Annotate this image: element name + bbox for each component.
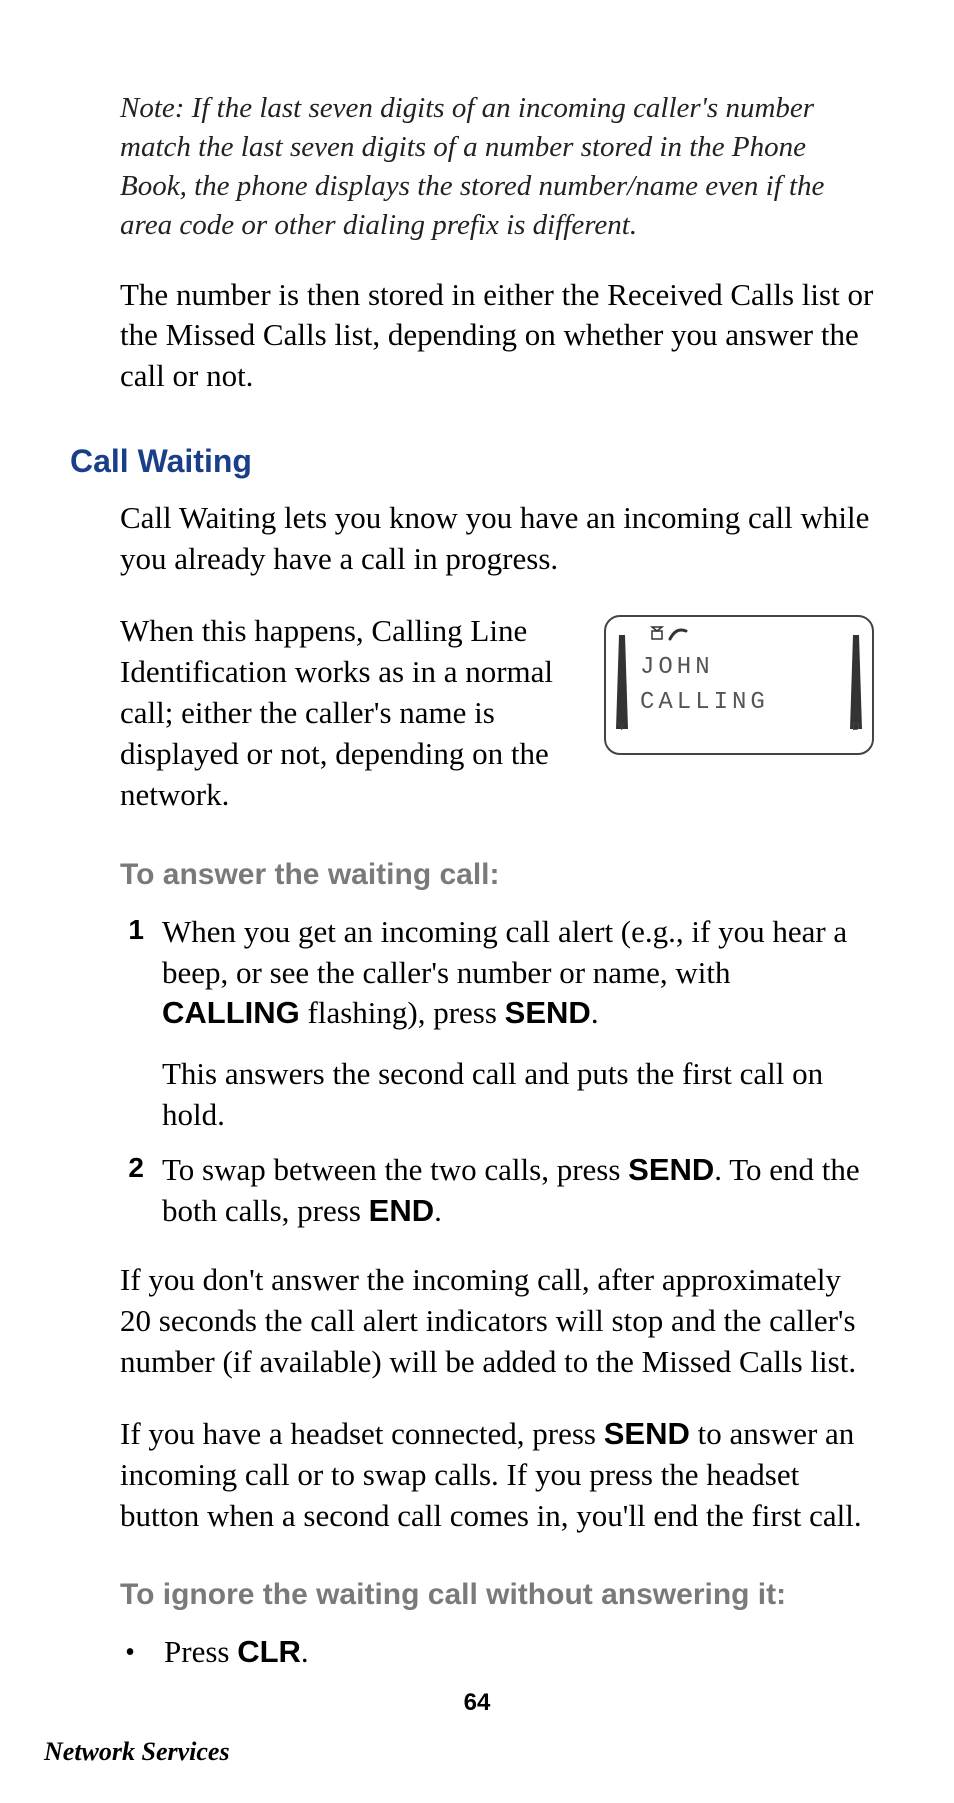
bullet-icon: •	[120, 1632, 140, 1673]
signal-bar-left-icon: Y	[616, 635, 628, 729]
list-text: Press CLR.	[164, 1632, 309, 1673]
sub-heading-ignore: To ignore the waiting call without answe…	[120, 1578, 884, 1612]
paragraph: The number is then stored in either the …	[120, 275, 874, 398]
list-number: 2	[120, 1150, 144, 1232]
key-label: SEND	[604, 1416, 690, 1451]
section-heading-call-waiting: Call Waiting	[70, 443, 884, 480]
key-label: SEND	[505, 995, 591, 1030]
paragraph: Call Waiting lets you know you have an i…	[120, 498, 874, 580]
key-label: END	[369, 1193, 434, 1228]
phone-display-line1: JOHN	[640, 654, 858, 681]
text-run: When you get an incoming call alert (e.g…	[162, 914, 847, 990]
signal-label: D	[852, 721, 860, 733]
list-item: • Press CLR.	[120, 1632, 874, 1673]
bullet-list: • Press CLR.	[120, 1632, 874, 1673]
paragraph: When this happens, Calling Line Identifi…	[120, 611, 574, 816]
numbered-list: 1 When you get an incoming call alert (e…	[120, 912, 874, 1232]
page-number: 64	[0, 1689, 954, 1717]
text-run: flashing), press	[300, 995, 505, 1030]
manual-page: Note: If the last seven digits of an inc…	[0, 0, 954, 1803]
phone-status-icons	[650, 625, 858, 646]
text-run: .	[434, 1193, 442, 1228]
key-label: CALLING	[162, 995, 300, 1030]
signal-label: Y	[618, 721, 625, 733]
text-run: .	[591, 995, 599, 1030]
paragraph: This answers the second call and puts th…	[162, 1054, 874, 1136]
list-number: 1	[120, 912, 144, 1137]
text-run: If you have a headset connected, press	[120, 1416, 604, 1451]
paragraph: If you don't answer the incoming call, a…	[120, 1260, 874, 1383]
text-with-figure-row: When this happens, Calling Line Identifi…	[120, 611, 874, 816]
phone-display-line2: CALLING	[640, 689, 858, 716]
footer-section-name: Network Services	[44, 1737, 230, 1767]
signal-bar-right-icon: D	[850, 635, 862, 729]
key-label: CLR	[237, 1634, 301, 1669]
list-text: To swap between the two calls, press SEN…	[162, 1150, 874, 1232]
list-text: When you get an incoming call alert (e.g…	[162, 912, 874, 1137]
text-run: .	[301, 1634, 309, 1669]
phone-screen-figure: Y D JOHN CALLING	[604, 615, 874, 755]
note-text: Note: If the last seven digits of an inc…	[120, 89, 874, 246]
sub-heading-answer: To answer the waiting call:	[120, 858, 884, 892]
text-run: Press	[164, 1634, 237, 1669]
list-item: 1 When you get an incoming call alert (e…	[120, 912, 874, 1137]
key-label: SEND	[628, 1152, 714, 1187]
text-run: To swap between the two calls, press	[162, 1152, 628, 1187]
list-item: 2 To swap between the two calls, press S…	[120, 1150, 874, 1232]
paragraph: If you have a headset connected, press S…	[120, 1414, 874, 1537]
